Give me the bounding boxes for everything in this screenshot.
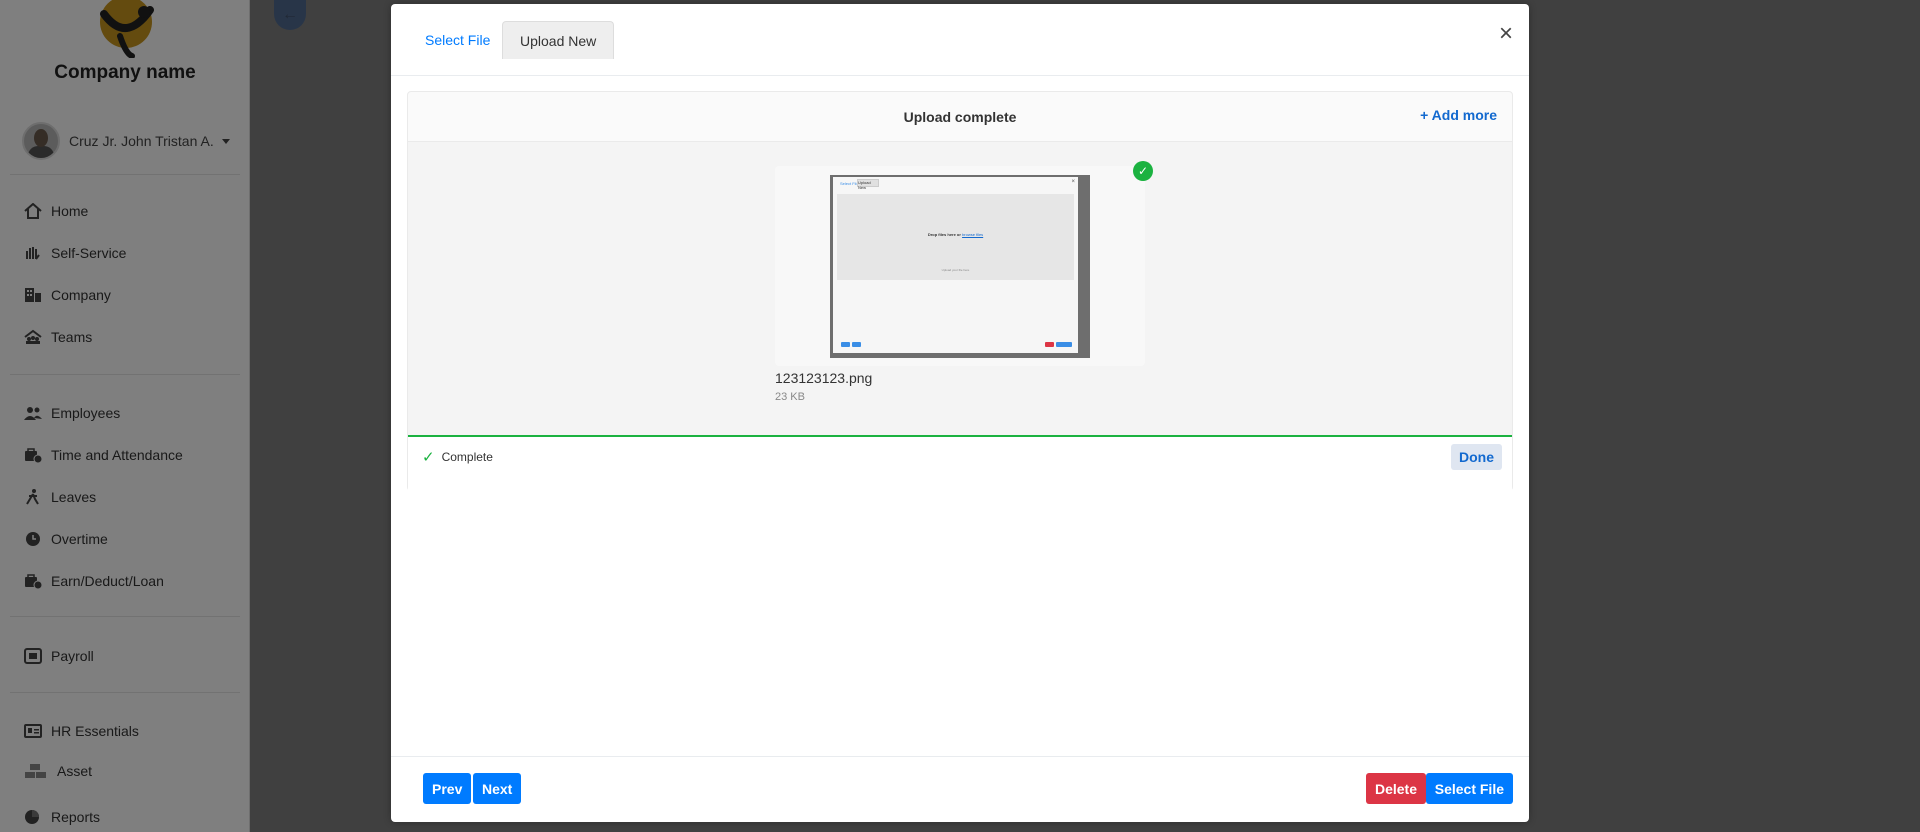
select-file-button[interactable]: Select File bbox=[1425, 773, 1513, 804]
thumbnail-tab-select: Select File bbox=[840, 181, 859, 186]
modal-footer: Prev Next Delete Select File bbox=[391, 756, 1529, 822]
thumbnail-select-button bbox=[1056, 342, 1072, 347]
file-name: 123123123.png bbox=[775, 370, 873, 386]
thumbnail-next-button bbox=[852, 342, 861, 347]
tab-upload-new[interactable]: Upload New bbox=[502, 21, 615, 59]
uploader-status-bar: ✓ Complete Done bbox=[408, 437, 1512, 491]
delete-button[interactable]: Delete bbox=[1365, 773, 1426, 804]
thumbnail-drop-link: browse files bbox=[962, 232, 984, 237]
thumbnail-prev-button bbox=[841, 342, 850, 347]
thumbnail-drop-label: Drop files here or bbox=[927, 232, 961, 237]
thumbnail-drop-text: Drop files here or browse files bbox=[837, 232, 1074, 237]
file-manager-modal: Select File Upload New × Upload complete… bbox=[391, 4, 1529, 822]
upload-status-title: Upload complete bbox=[903, 108, 1017, 125]
uploader-files: Select File Upload New × Drop files here… bbox=[408, 142, 1512, 435]
file-thumbnail: Select File Upload New × Drop files here… bbox=[830, 175, 1090, 358]
next-button[interactable]: Next bbox=[473, 773, 522, 804]
check-icon: ✓ bbox=[422, 449, 435, 466]
file-size: 23 KB bbox=[775, 391, 805, 403]
modal-header: Select File Upload New × bbox=[391, 4, 1529, 76]
thumbnail-caption: Upload your file here bbox=[941, 268, 970, 272]
add-more-button[interactable]: + Add more bbox=[1420, 107, 1497, 123]
tab-select-file[interactable]: Select File bbox=[408, 21, 507, 59]
uploader-header: Upload complete bbox=[408, 92, 1512, 142]
thumbnail-close-icon: × bbox=[1071, 179, 1075, 185]
complete-status: ✓ Complete bbox=[422, 448, 493, 466]
upload-success-check-icon: ✓ bbox=[1133, 161, 1153, 181]
thumbnail-delete-button bbox=[1045, 342, 1054, 347]
prev-button[interactable]: Prev bbox=[423, 773, 472, 804]
thumbnail-dropzone: Drop files here or browse files Upload y… bbox=[837, 194, 1074, 280]
thumbnail-tab-upload: Upload New bbox=[857, 179, 879, 190]
file-preview-card[interactable]: Select File Upload New × Drop files here… bbox=[775, 161, 1153, 366]
close-icon[interactable]: × bbox=[1499, 22, 1513, 46]
done-button[interactable]: Done bbox=[1451, 444, 1502, 470]
uploader-dashboard: Upload complete + Add more Select File U… bbox=[407, 91, 1513, 491]
complete-label: Complete bbox=[441, 450, 493, 464]
